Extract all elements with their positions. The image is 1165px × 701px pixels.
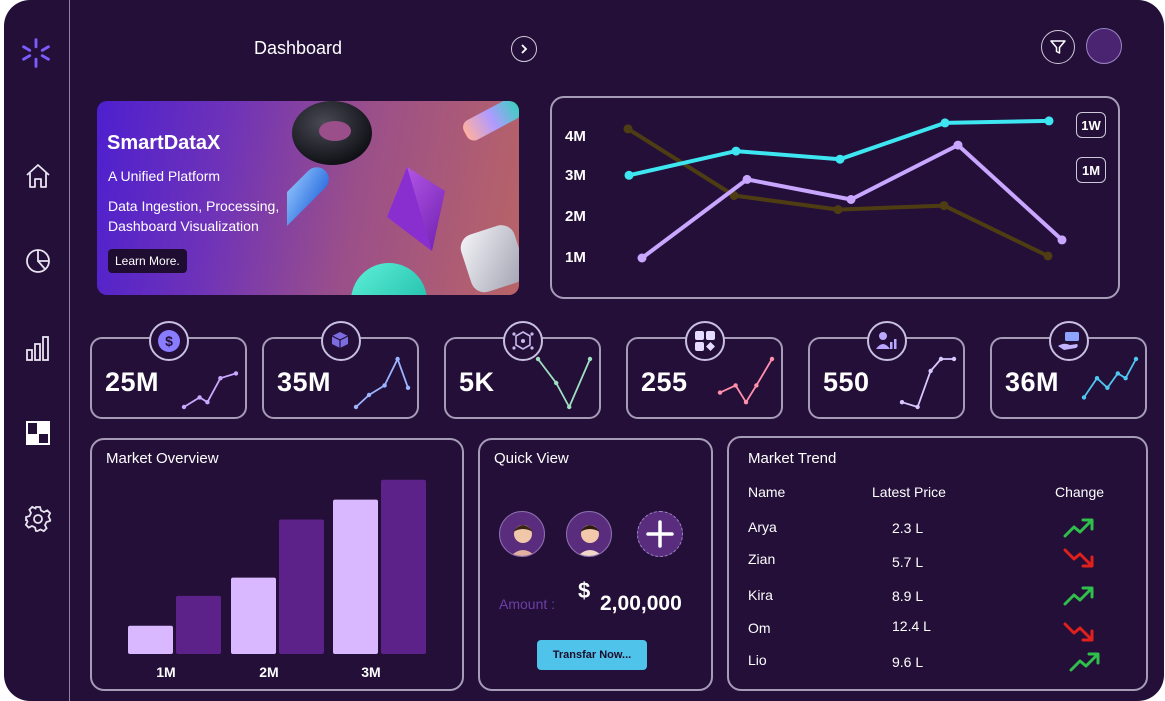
- contact-avatar-2[interactable]: [566, 511, 612, 557]
- bar: [279, 519, 324, 654]
- trend-row-price: 9.6 L: [892, 654, 924, 670]
- quick-view-panel: Quick View Amount : $ 2,00,000 Transfar …: [478, 438, 713, 691]
- contact-avatar-1[interactable]: [499, 511, 545, 557]
- bar: [381, 479, 426, 654]
- trend-down-icon: [1063, 622, 1094, 642]
- trend-up-icon: [1063, 586, 1094, 606]
- app-window: Dashboard SmartDataX A Unified Platform …: [4, 0, 1164, 701]
- x-tick-label: 2M: [259, 664, 278, 680]
- transfer-now-button[interactable]: Transfar Now...: [537, 640, 647, 670]
- bar: [333, 499, 378, 654]
- trend-row-price: 5.7 L: [892, 554, 924, 570]
- x-tick-label: 1M: [156, 664, 175, 680]
- trend-row-name: Kira: [748, 587, 773, 603]
- add-contact-button[interactable]: [637, 511, 683, 557]
- trend-row-name: Lio: [748, 652, 767, 668]
- market-trend-panel: Market Trend Name Latest Price Change Ar…: [727, 436, 1148, 691]
- amount-label: Amount :: [499, 596, 556, 612]
- bar: [231, 577, 276, 654]
- trend-row-price: 12.4 L: [892, 618, 931, 634]
- trend-row-price: 2.3 L: [892, 520, 924, 536]
- amount-value: 2,00,000: [600, 592, 682, 615]
- trend-row-price: 8.9 L: [892, 588, 924, 604]
- bar: [176, 595, 221, 654]
- trend-up-icon: [1069, 652, 1100, 672]
- column-header-price: Latest Price: [872, 484, 946, 500]
- currency-symbol: $: [578, 578, 591, 603]
- bar: [128, 625, 173, 654]
- plus-icon: [646, 520, 674, 548]
- trend-row-name: Om: [748, 620, 771, 636]
- trend-row-name: Zian: [748, 551, 776, 567]
- market-trend-title: Market Trend: [748, 450, 837, 467]
- trend-up-icon: [1063, 518, 1094, 538]
- trend-down-icon: [1063, 548, 1094, 568]
- column-header-name: Name: [748, 484, 786, 500]
- x-tick-label: 3M: [361, 664, 380, 680]
- trend-row-name: Arya: [748, 519, 777, 535]
- column-header-change: Change: [1055, 484, 1105, 500]
- quick-view-title: Quick View: [494, 450, 569, 467]
